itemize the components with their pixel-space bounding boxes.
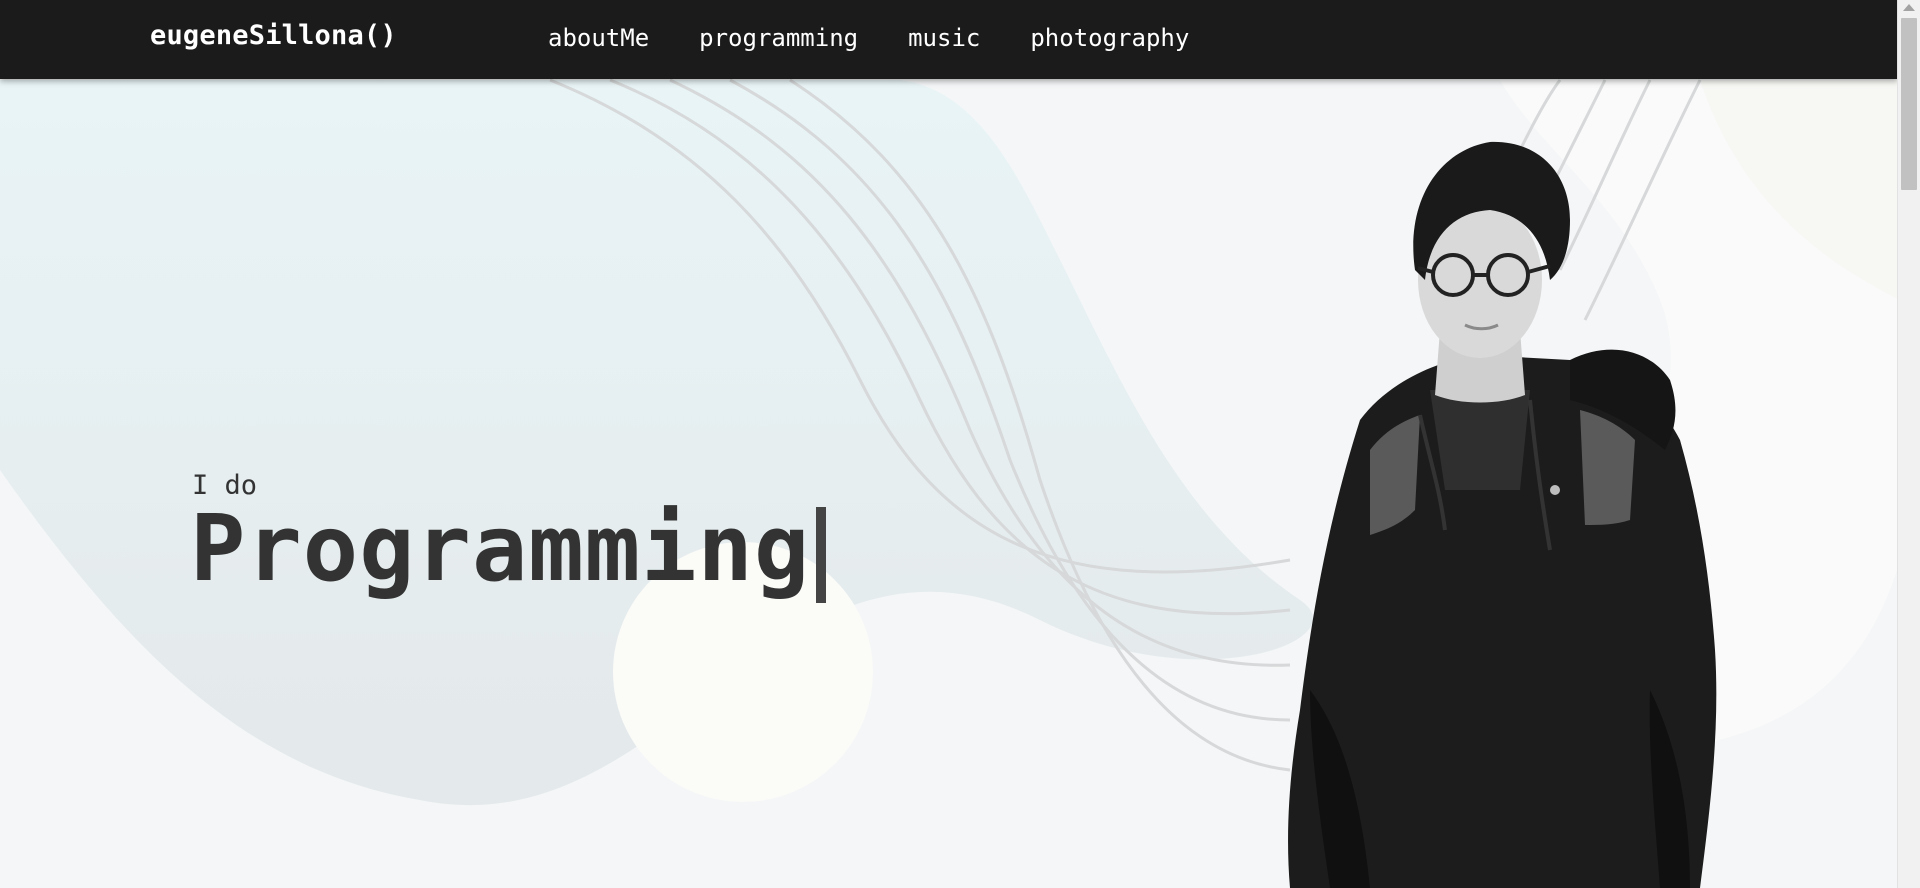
scrollbar-thumb[interactable] bbox=[1901, 18, 1917, 190]
hero-tagline: I do Programming bbox=[190, 470, 827, 603]
typing-cursor bbox=[816, 507, 827, 603]
nav-links: aboutMe programming music photography bbox=[548, 24, 1189, 52]
scroll-up-arrow-icon[interactable] bbox=[1903, 4, 1915, 11]
page-scrollbar[interactable] bbox=[1897, 0, 1920, 888]
brand-logo[interactable]: eugeneSillona() bbox=[150, 20, 397, 51]
nav-link-music[interactable]: music bbox=[908, 24, 980, 52]
nav-link-programming[interactable]: programming bbox=[699, 24, 858, 52]
typed-word: Programming bbox=[190, 495, 811, 602]
typed-line: Programming bbox=[190, 495, 827, 603]
nav-link-photography[interactable]: photography bbox=[1030, 24, 1189, 52]
nav-link-aboutme[interactable]: aboutMe bbox=[548, 24, 649, 52]
portrait-photo bbox=[1288, 141, 1717, 888]
top-navbar: eugeneSillona() aboutMe programming musi… bbox=[0, 0, 1898, 79]
